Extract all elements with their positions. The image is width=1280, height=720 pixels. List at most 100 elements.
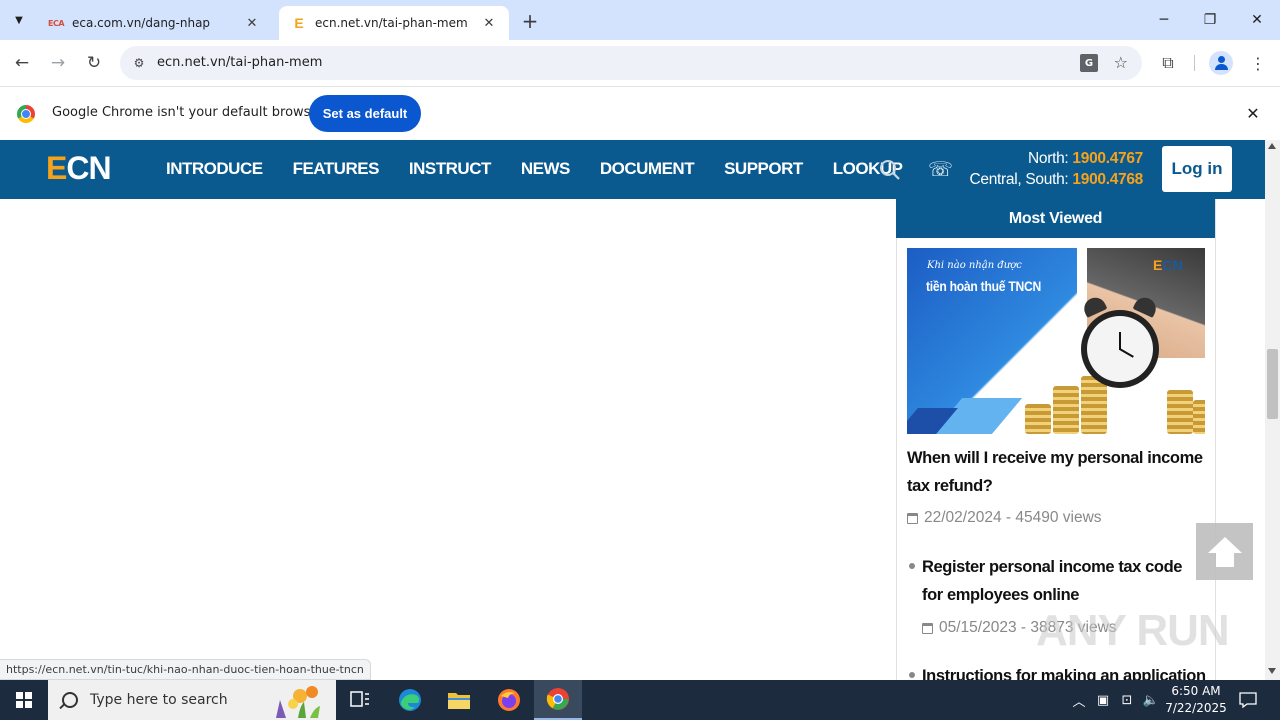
list-bullet xyxy=(909,563,915,569)
chrome-menu-button[interactable]: ⋮ xyxy=(1246,51,1270,75)
back-to-top-button[interactable] xyxy=(1196,523,1253,580)
calendar-icon xyxy=(907,512,918,524)
site-info-icon[interactable]: ⚙ xyxy=(130,54,148,72)
chevron-up-icon: ︿ xyxy=(1072,694,1086,710)
tray-device-icon[interactable]: ▣ xyxy=(1093,680,1113,720)
close-window-button[interactable]: ✕ xyxy=(1234,0,1280,40)
address-bar[interactable]: ⚙ ecn.net.vn/tai-phan-mem G ☆ xyxy=(120,46,1142,80)
more-vertical-icon: ⋮ xyxy=(1250,53,1266,73)
translate-icon[interactable]: G xyxy=(1080,54,1098,72)
main-nav: INTRODUCE FEATURES INSTRUCT NEWS DOCUMEN… xyxy=(166,159,933,179)
taskbar-edge[interactable] xyxy=(386,680,434,720)
nav-instruct[interactable]: INSTRUCT xyxy=(409,159,491,179)
minimize-icon: ─ xyxy=(1159,12,1169,28)
chrome-icon xyxy=(546,688,569,710)
speaker-icon: 🔈 xyxy=(1142,692,1160,708)
status-bar-url: https://ecn.net.vn/tin-tuc/khi-nao-nhan-… xyxy=(0,659,371,680)
nav-features[interactable]: FEATURES xyxy=(293,159,380,179)
person-icon xyxy=(1217,56,1225,63)
login-button[interactable]: Log in xyxy=(1162,146,1232,192)
close-icon: ✕ xyxy=(1251,12,1263,28)
forward-button[interactable]: → xyxy=(44,49,72,77)
back-button[interactable]: ← xyxy=(8,49,36,77)
address-text[interactable]: ecn.net.vn/tai-phan-mem xyxy=(157,55,322,70)
article-title-1[interactable]: Register personal income tax code for em… xyxy=(922,553,1207,609)
tab-strip: ▼ ECA eca.com.vn/dang-nhap ✕ E ecn.net.v… xyxy=(0,0,1280,40)
bookmark-star-icon[interactable]: ☆ xyxy=(1114,53,1128,72)
reload-button[interactable]: ↻ xyxy=(80,49,108,77)
notification-center-button[interactable] xyxy=(1234,680,1262,720)
close-icon[interactable]: ✕ xyxy=(481,15,497,31)
device-icon: ▣ xyxy=(1096,692,1110,708)
search-icon xyxy=(62,692,78,708)
tab-ecn[interactable]: E ecn.net.vn/tai-phan-mem ✕ xyxy=(279,6,509,40)
tab-title: ecn.net.vn/tai-phan-mem xyxy=(315,16,468,30)
hotline-south[interactable]: 1900.4768 xyxy=(1072,171,1143,188)
minimize-button[interactable]: ─ xyxy=(1141,0,1187,40)
firefox-icon xyxy=(498,689,520,711)
task-view-button[interactable] xyxy=(336,680,384,720)
article-title-2[interactable]: Instructions for making an application xyxy=(922,662,1207,680)
start-button[interactable] xyxy=(0,680,48,720)
scroll-up-icon[interactable] xyxy=(1268,143,1276,149)
tab-eca[interactable]: ECA eca.com.vn/dang-nhap ✕ xyxy=(36,6,272,40)
chrome-logo-icon xyxy=(17,105,35,123)
set-as-default-button[interactable]: Set as default xyxy=(309,95,421,132)
search-icon[interactable] xyxy=(879,159,901,181)
notification-icon xyxy=(1239,692,1257,708)
ecn-favicon-icon: E xyxy=(294,15,304,31)
taskbar-search[interactable]: Type here to search xyxy=(48,680,336,720)
nav-support[interactable]: SUPPORT xyxy=(724,159,803,179)
arrow-up-icon xyxy=(1207,537,1242,553)
featured-article-title[interactable]: When will I receive my personal income t… xyxy=(907,444,1205,500)
puzzle-icon: ⧉ xyxy=(1162,53,1174,72)
plus-icon: + xyxy=(521,9,539,33)
chevron-down-icon: ▼ xyxy=(15,14,23,26)
list-bullet xyxy=(909,672,915,678)
featured-article-thumbnail[interactable]: Khi nào nhận được tiền hoàn thuế TNCN EC… xyxy=(907,248,1205,434)
calendar-icon xyxy=(922,622,933,634)
tray-network-icon[interactable]: ⊡ xyxy=(1116,680,1138,720)
alarm-clock-image xyxy=(1077,294,1163,392)
phone-icon: ☏ xyxy=(928,157,954,181)
watermark: ANY RUN xyxy=(1036,606,1230,655)
folder-icon xyxy=(448,693,470,709)
hotline-north[interactable]: 1900.4767 xyxy=(1072,150,1143,167)
close-icon[interactable]: ✕ xyxy=(244,15,260,31)
site-header: ECN INTRODUCE FEATURES INSTRUCT NEWS DOC… xyxy=(0,140,1265,199)
extensions-button[interactable]: ⧉ xyxy=(1156,51,1180,75)
arrow-left-icon: ← xyxy=(14,53,30,73)
taskbar-file-explorer[interactable] xyxy=(435,680,483,720)
site-logo[interactable]: ECN xyxy=(46,150,112,187)
profile-avatar[interactable] xyxy=(1209,51,1233,75)
task-view-icon xyxy=(350,691,369,707)
tab-search-button[interactable]: ▼ xyxy=(6,7,32,33)
taskbar-clock[interactable]: 6:50 AM 7/22/2025 xyxy=(1158,683,1234,717)
infobar-message: Google Chrome isn't your default browser xyxy=(52,105,324,120)
nav-news[interactable]: NEWS xyxy=(521,159,571,179)
network-icon: ⊡ xyxy=(1121,692,1133,708)
reload-icon: ↻ xyxy=(86,53,102,73)
thumbnail-logo: ECN xyxy=(1153,257,1183,273)
page-scrollbar[interactable] xyxy=(1265,140,1280,680)
windows-taskbar: Type here to search ︿ ▣ ⊡ 🔈 6:50 AM 7/22… xyxy=(0,680,1280,720)
restore-button[interactable]: ❐ xyxy=(1187,0,1233,40)
taskbar-search-placeholder: Type here to search xyxy=(90,692,228,708)
new-tab-button[interactable]: + xyxy=(518,9,542,33)
show-hidden-icons-button[interactable]: ︿ xyxy=(1068,680,1090,720)
thumbnail-caption-big: tiền hoàn thuế TNCN xyxy=(926,279,1042,294)
thumbnail-caption-small: Khi nào nhận được xyxy=(927,260,1022,271)
arrow-right-icon: → xyxy=(50,53,66,73)
taskbar-chrome[interactable] xyxy=(534,680,582,720)
nav-document[interactable]: DOCUMENT xyxy=(600,159,695,179)
close-icon[interactable]: ✕ xyxy=(1243,103,1263,123)
edge-icon xyxy=(399,689,421,711)
scroll-down-icon[interactable] xyxy=(1268,668,1276,674)
scrollbar-thumb[interactable] xyxy=(1267,349,1278,419)
taskbar-firefox[interactable] xyxy=(485,680,533,720)
most-viewed-heading: Most Viewed xyxy=(896,199,1215,238)
search-highlight-flowers-icon xyxy=(276,686,320,718)
hotline-info: North: 1900.4767 Central, South: 1900.47… xyxy=(969,150,1144,188)
browser-toolbar: ← → ↻ ⚙ ecn.net.vn/tai-phan-mem G ☆ ⧉ ⋮ xyxy=(0,40,1280,86)
nav-introduce[interactable]: INTRODUCE xyxy=(166,159,263,179)
